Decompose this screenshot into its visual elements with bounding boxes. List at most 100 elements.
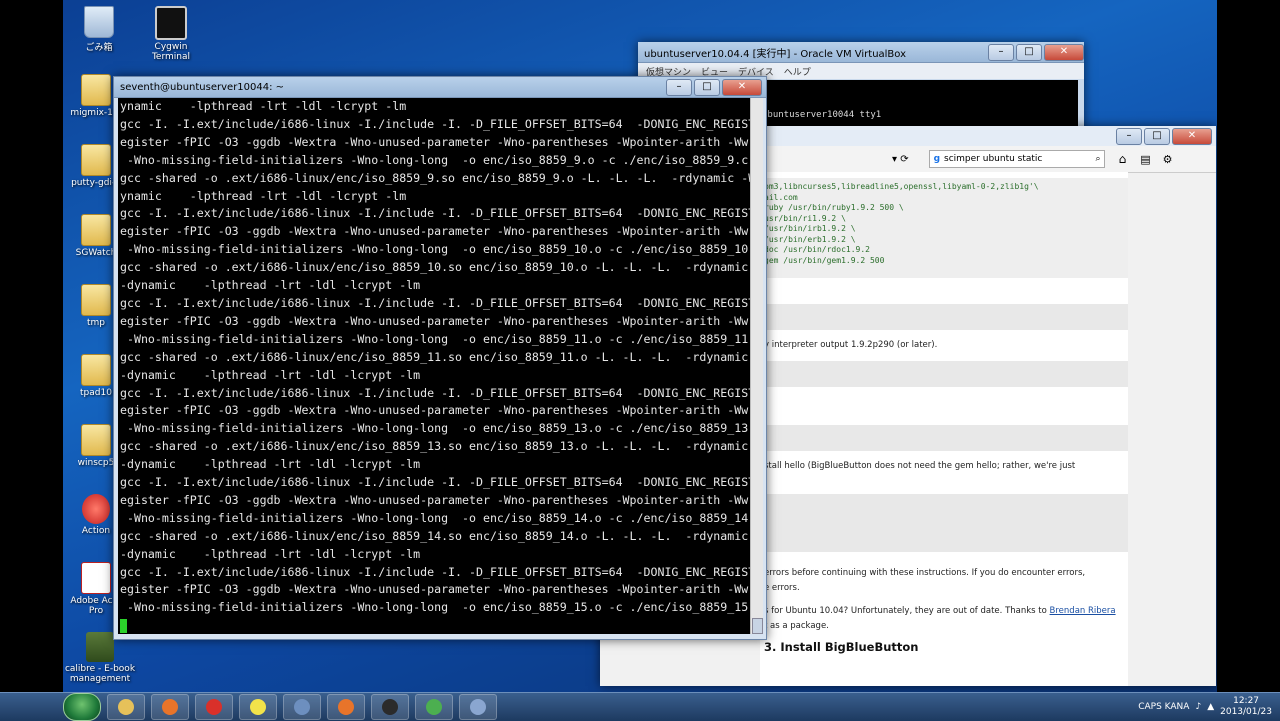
terminal-scrollbar[interactable] xyxy=(750,98,763,634)
terminal-line: gcc -I. -I.ext/include/i686-linux -I./in… xyxy=(120,295,752,310)
taskbar-button[interactable] xyxy=(239,694,277,720)
terminal-line: egister -fPIC -O3 -ggdb -Wextra -Wno-unu… xyxy=(120,403,752,418)
flag-icon: ▾ ⟳ xyxy=(892,153,909,165)
taskbar-button[interactable] xyxy=(283,694,321,720)
firefox-icon xyxy=(162,699,178,715)
minimize-button[interactable]: – xyxy=(988,43,1014,61)
terminal-line: -dynamic -lpthread -lrt -ldl -lcrypt -lm xyxy=(120,546,421,561)
network-icon[interactable]: ▲ xyxy=(1207,702,1214,712)
search-box[interactable]: g scimper ubuntu static ⌕ xyxy=(928,150,1105,168)
paragraph-text: s for Ubuntu 10.04? Unfortunately, they … xyxy=(764,606,1047,616)
web-page: bm3,libncurses5,libreadline5,openssl,lib… xyxy=(760,172,1128,686)
minimize-button[interactable]: – xyxy=(1116,127,1142,145)
paragraph: y interpreter output 1.9.2p290 (or later… xyxy=(764,340,938,350)
code-block xyxy=(760,361,1128,387)
vbox-menu-help[interactable]: ヘルプ xyxy=(784,65,811,78)
terminal-line: gcc -shared -o .ext/i686-linux/enc/iso_8… xyxy=(120,528,749,543)
close-button[interactable]: ✕ xyxy=(1172,127,1212,145)
taskbar-button[interactable] xyxy=(195,694,233,720)
menu-icon[interactable]: ▤ xyxy=(1140,153,1150,166)
taskbar: CAPS KANA ♪ ▲ 12:27 2013/01/23 xyxy=(0,692,1280,721)
home-icon[interactable]: ⌂ xyxy=(1119,152,1127,166)
desktop-icon-label: Cygwin Terminal xyxy=(151,42,191,62)
terminal-line: egister -fPIC -O3 -ggdb -Wextra -Wno-unu… xyxy=(120,492,752,507)
pacman-icon xyxy=(250,699,266,715)
maximize-button[interactable]: □ xyxy=(694,78,720,96)
terminal-title: seventh@ubuntuserver10044: ~ xyxy=(120,81,285,93)
trash-icon xyxy=(84,6,114,38)
terminal-titlebar[interactable]: seventh@ubuntuserver10044: ~ – □ ✕ xyxy=(114,77,766,98)
desktop-icon-label: SGWatch xyxy=(75,248,117,258)
cursor xyxy=(120,618,127,633)
brendan-ribera-link[interactable]: Brendan Ribera xyxy=(1050,606,1116,616)
folder-icon xyxy=(81,214,111,246)
terminal-line: egister -fPIC -O3 -ggdb -Wextra -Wno-unu… xyxy=(120,224,752,239)
terminal-window[interactable]: seventh@ubuntuserver10044: ~ – □ ✕ ynami… xyxy=(113,76,767,640)
terminal-line: gcc -I. -I.ext/include/i686-linux -I./in… xyxy=(120,206,752,221)
close-button[interactable]: ✕ xyxy=(1044,43,1084,61)
folder-icon xyxy=(81,284,111,316)
paragraph: s for Ubuntu 10.04? Unfortunately, they … xyxy=(760,604,1128,619)
terminal-line: gcc -shared -o .ext/i686-linux/enc/iso_8… xyxy=(120,170,752,185)
taskbar-apps xyxy=(101,694,497,720)
google-icon: g xyxy=(933,154,941,164)
search-input[interactable]: scimper ubuntu static xyxy=(944,154,1042,164)
desktop-icon-label: tmp xyxy=(86,318,105,328)
desktop-icon-label: ごみ箱 xyxy=(85,43,113,53)
terminal-line: egister -fPIC -O3 -ggdb -Wextra -Wno-unu… xyxy=(120,134,752,149)
code-line: ail.com xyxy=(764,192,798,202)
desktop-icon-label: winscp5 xyxy=(77,458,115,468)
code-line: doc /usr/bin/rdoc1.9.2 xyxy=(764,245,870,254)
scrollbar-thumb[interactable] xyxy=(752,618,763,634)
terminal-line: -Wno-missing-field-initializers -Wno-lon… xyxy=(120,242,752,257)
vbox-title: ubuntuserver10.04.4 [実行中] - Oracle VM Vi… xyxy=(644,48,907,60)
terminal-line: -dynamic -lpthread -lrt -ldl -lcrypt -lm xyxy=(120,367,421,382)
vbox-screen-text: ubuntuserver10044 tty1 xyxy=(762,110,882,120)
explorer-icon xyxy=(118,699,134,715)
code-block xyxy=(760,425,1128,451)
search-icon[interactable]: ⌕ xyxy=(1096,154,1104,164)
terminal-line: -Wno-missing-field-initializers -Wno-lon… xyxy=(120,421,752,436)
code-line: usr/bin/ri1.9.2 \ xyxy=(764,213,846,223)
minimize-button[interactable]: – xyxy=(666,78,692,96)
terminal-line: -Wno-missing-field-initializers -Wno-lon… xyxy=(120,152,749,167)
folder-icon xyxy=(81,424,111,456)
folder-icon xyxy=(81,144,111,176)
taskbar-button[interactable] xyxy=(107,694,145,720)
tools-icon[interactable]: ⚙ xyxy=(1163,153,1173,166)
paragraph: stall hello (BigBlueButton does not need… xyxy=(764,461,1076,471)
close-button[interactable]: ✕ xyxy=(722,78,762,96)
terminal-line: gcc -shared -o .ext/i686-linux/enc/iso_8… xyxy=(120,439,749,454)
right-black-bar xyxy=(1217,0,1280,720)
recycle-bin-icon[interactable]: ごみ箱 xyxy=(67,6,131,53)
taskbar-button[interactable] xyxy=(327,694,365,720)
terminal-line: -Wno-missing-field-initializers -Wno-lon… xyxy=(120,331,752,346)
taskbar-button[interactable] xyxy=(371,694,409,720)
vbox-titlebar[interactable]: ubuntuserver10.04.4 [実行中] - Oracle VM Vi… xyxy=(638,42,1084,63)
terminal-line: gcc -shared -o .ext/i686-linux/enc/iso_8… xyxy=(120,260,749,275)
clock[interactable]: 12:27 2013/01/23 xyxy=(1220,696,1272,718)
terminal-output[interactable]: ynamic -lpthread -lrt -ldl -lcrypt -lm gc… xyxy=(118,98,752,634)
start-button[interactable] xyxy=(63,693,101,721)
cygwin-terminal-icon[interactable]: Cygwin Terminal xyxy=(136,6,206,62)
maximize-button[interactable]: □ xyxy=(1016,43,1042,61)
code-line: /usr/bin/erb1.9.2 \ xyxy=(764,234,856,244)
taskbar-button[interactable] xyxy=(415,694,453,720)
code-line: ruby /usr/bin/ruby1.9.2 500 \ xyxy=(764,203,904,212)
taskbar-button[interactable] xyxy=(151,694,189,720)
maximize-button[interactable]: □ xyxy=(1144,127,1170,145)
speaker-icon[interactable]: ♪ xyxy=(1195,702,1201,712)
ime-indicator[interactable]: CAPS KANA xyxy=(1138,702,1189,712)
terminal-line: gcc -I. -I.ext/include/i686-linux -I./in… xyxy=(120,116,752,131)
calibre-icon xyxy=(86,632,114,662)
desktop-icon-label: calibre - E-book management xyxy=(64,664,136,684)
left-black-bar xyxy=(0,0,63,720)
firefox-icon xyxy=(338,699,354,715)
terminal-line: gcc -I. -I.ext/include/i686-linux -I./in… xyxy=(120,385,752,400)
terminal-line: -Wno-missing-field-initializers -Wno-lon… xyxy=(120,600,752,615)
terminal-line: gcc -I. -I.ext/include/i686-linux -I./in… xyxy=(120,475,752,490)
paragraph: e errors. xyxy=(764,583,800,593)
terminal-line: gcc -I. -I.ext/include/i686-linux -I./in… xyxy=(120,564,752,579)
taskbar-button[interactable] xyxy=(459,694,497,720)
desktop-icon-label: Action xyxy=(81,526,111,536)
